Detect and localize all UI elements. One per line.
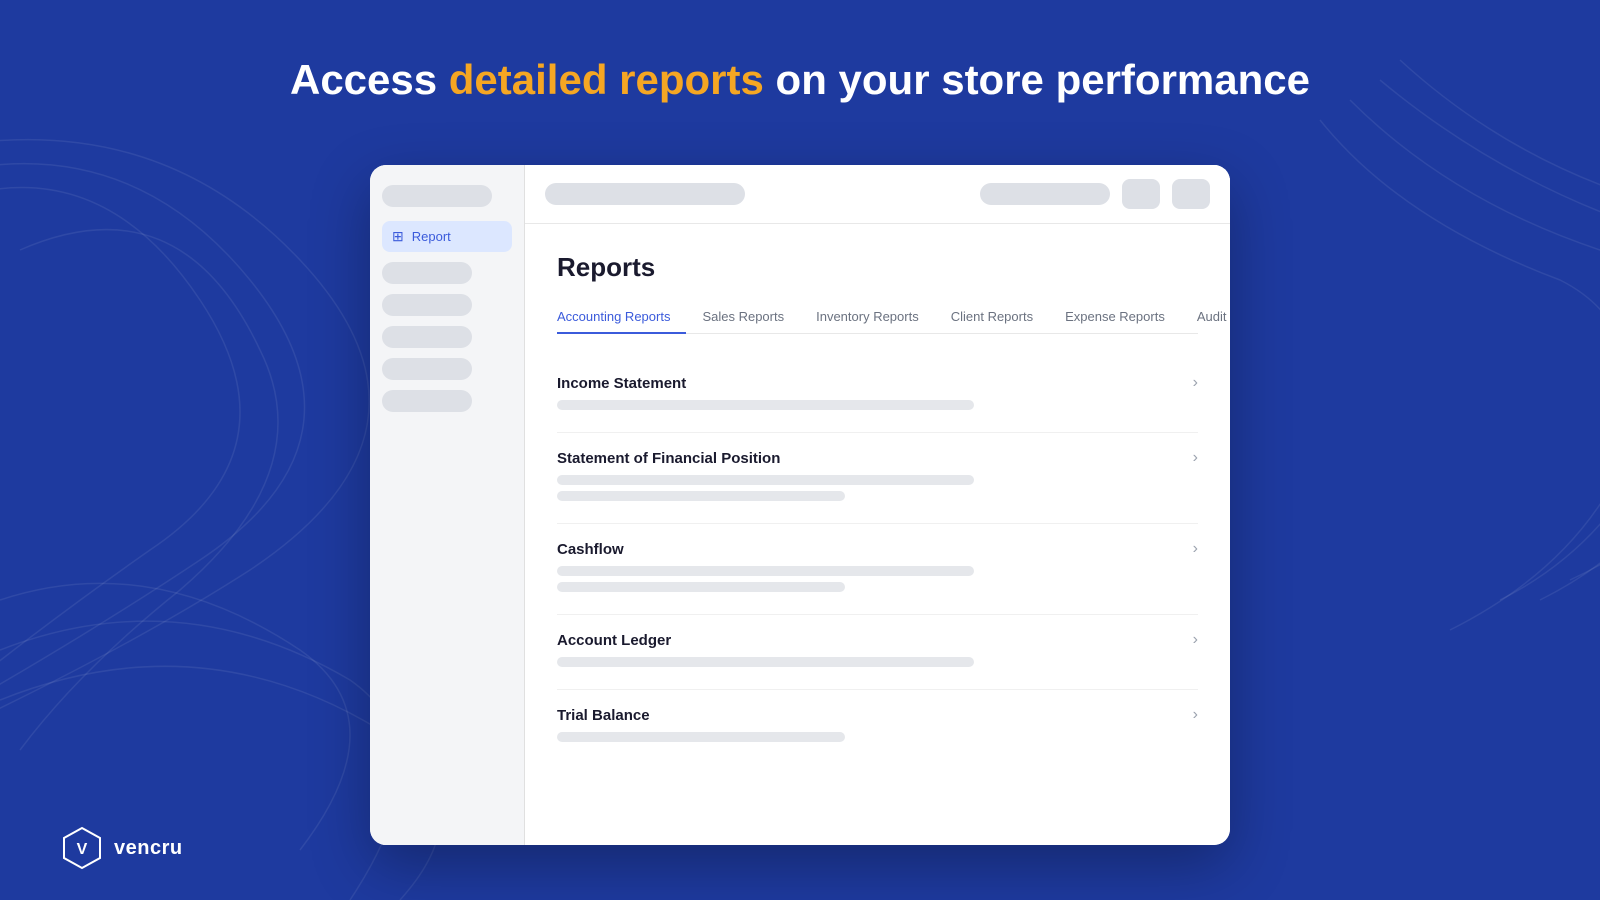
reports-page: Reports Accounting Reports Sales Reports… xyxy=(525,224,1230,845)
report-item-financial-position[interactable]: Statement of Financial Position › xyxy=(557,433,1198,524)
sidebar-skeleton-6 xyxy=(382,390,472,412)
report-item-account-ledger[interactable]: Account Ledger › xyxy=(557,615,1198,690)
report-skeleton-2b xyxy=(557,491,845,501)
vencru-hex-icon: V xyxy=(60,826,104,870)
sidebar-skeleton-5 xyxy=(382,358,472,380)
sidebar-report-label: Report xyxy=(412,229,451,244)
report-title-cashflow: Cashflow xyxy=(557,541,624,558)
top-bar xyxy=(525,165,1230,224)
main-content: Reports Accounting Reports Sales Reports… xyxy=(525,165,1230,845)
report-title-account-ledger: Account Ledger xyxy=(557,632,671,649)
report-title-trial-balance: Trial Balance xyxy=(557,707,650,724)
report-list: Income Statement › Statement of Financia… xyxy=(557,358,1198,764)
chevron-right-icon-3: › xyxy=(1193,540,1198,558)
topbar-skeleton-4 xyxy=(1172,179,1210,209)
tab-inventory-reports[interactable]: Inventory Reports xyxy=(800,301,935,334)
vencru-logo: V vencru xyxy=(60,826,183,870)
sidebar-skeleton-3 xyxy=(382,294,472,316)
chevron-right-icon: › xyxy=(1193,374,1198,392)
report-item-income-statement[interactable]: Income Statement › xyxy=(557,358,1198,433)
chevron-right-icon-2: › xyxy=(1193,449,1198,467)
hero-title: Access detailed reports on your store pe… xyxy=(0,55,1600,105)
report-title-financial-position: Statement of Financial Position xyxy=(557,450,780,467)
report-item-cashflow[interactable]: Cashflow › xyxy=(557,524,1198,615)
page-title: Reports xyxy=(557,252,1198,283)
sidebar-item-report[interactable]: ⊞ Report xyxy=(382,221,512,252)
topbar-skeleton-3 xyxy=(1122,179,1160,209)
report-skeleton-5a xyxy=(557,732,845,742)
report-skeleton-2a xyxy=(557,475,974,485)
report-item-trial-balance[interactable]: Trial Balance › xyxy=(557,690,1198,764)
tab-expense-reports[interactable]: Expense Reports xyxy=(1049,301,1181,334)
sidebar-skeleton-1 xyxy=(382,185,492,207)
chevron-right-icon-5: › xyxy=(1193,706,1198,724)
topbar-skeleton-1 xyxy=(545,183,745,205)
chevron-right-icon-4: › xyxy=(1193,631,1198,649)
sidebar-skeleton-2 xyxy=(382,262,472,284)
report-title-income-statement: Income Statement xyxy=(557,375,686,392)
report-skeleton-3a xyxy=(557,566,974,576)
vencru-brand-name: vencru xyxy=(114,837,183,860)
report-skeleton-4a xyxy=(557,657,974,667)
report-skeleton xyxy=(557,400,974,410)
tab-accounting-reports[interactable]: Accounting Reports xyxy=(557,301,686,334)
tab-audit-trial[interactable]: Audit Trial xyxy=(1181,301,1230,334)
main-card: ⊞ Report Reports Accounting Reports Sale… xyxy=(370,165,1230,845)
tab-client-reports[interactable]: Client Reports xyxy=(935,301,1049,334)
report-skeleton-3b xyxy=(557,582,845,592)
sidebar: ⊞ Report xyxy=(370,165,525,845)
tabs-container: Accounting Reports Sales Reports Invento… xyxy=(557,301,1198,334)
tab-sales-reports[interactable]: Sales Reports xyxy=(686,301,800,334)
topbar-skeleton-2 xyxy=(980,183,1110,205)
sidebar-skeleton-4 xyxy=(382,326,472,348)
grid-icon: ⊞ xyxy=(392,228,404,245)
svg-text:V: V xyxy=(77,841,88,858)
